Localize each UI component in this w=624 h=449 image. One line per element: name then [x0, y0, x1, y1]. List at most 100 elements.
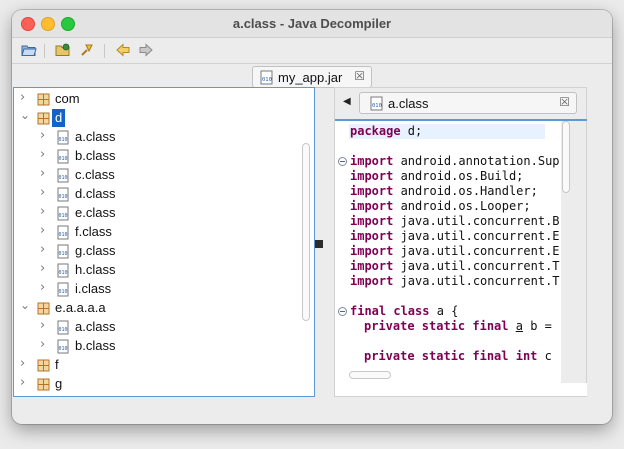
tree-package-node[interactable]: › g: [14, 375, 294, 394]
tree-node-label: g: [55, 376, 63, 391]
chevron-right-icon[interactable]: ›: [20, 356, 30, 371]
code-text: d;: [400, 124, 423, 138]
chevron-right-icon[interactable]: ›: [20, 90, 30, 105]
code-link[interactable]: a: [516, 319, 523, 333]
tree-scrollbar[interactable]: [302, 143, 310, 321]
tree-node-label: d.class: [75, 186, 116, 201]
code-line: import android.os.Build;: [350, 169, 523, 184]
tree-class-node[interactable]: › 010 e.class: [14, 204, 294, 223]
tree-class-node[interactable]: › 010 f.class: [14, 223, 294, 242]
fold-toggle-icon[interactable]: [338, 157, 347, 166]
class-file-icon: 010: [57, 263, 69, 278]
code-line: import java.util.concurrent.T: [350, 259, 560, 274]
package-icon: [37, 359, 50, 372]
chevron-right-icon[interactable]: ›: [40, 128, 50, 143]
code-text: a {: [429, 304, 459, 318]
tree-class-node[interactable]: › 010 b.class: [14, 337, 294, 356]
svg-text:010: 010: [59, 232, 68, 238]
chevron-right-icon[interactable]: ›: [40, 242, 50, 257]
tree-class-node[interactable]: › 010 h.class: [14, 261, 294, 280]
forward-button[interactable]: [138, 42, 154, 58]
code-line: import java.util.concurrent.T: [350, 274, 560, 289]
tree-package-node[interactable]: › f: [14, 356, 294, 375]
tree-class-node[interactable]: › 010 i.class: [14, 280, 294, 299]
chevron-down-icon[interactable]: ⌄: [20, 108, 30, 122]
tree-node-label: a.class: [75, 319, 116, 334]
code-line: final class a {: [350, 304, 458, 319]
keyword: private static final: [364, 319, 509, 333]
tree-class-node[interactable]: › 010 g.class: [14, 242, 294, 261]
chevron-right-icon[interactable]: ›: [40, 280, 50, 295]
open-file-icon: [21, 45, 37, 56]
open-file-button[interactable]: [21, 42, 37, 58]
code-line: import android.annotation.Sup: [350, 154, 560, 169]
svg-text:010: 010: [59, 194, 68, 200]
code-vertical-scrollbar[interactable]: [562, 121, 570, 193]
tab-list-arrow-icon[interactable]: ◀: [343, 96, 351, 107]
search-icon: [81, 44, 93, 56]
tree-node-label: g.class: [75, 243, 116, 258]
tree-node-label: i.class: [75, 281, 112, 296]
tree-class-node[interactable]: › 010 b.class: [14, 147, 294, 166]
chevron-right-icon[interactable]: ›: [40, 204, 50, 219]
code-line: package d;: [350, 124, 422, 139]
package-icon: [37, 302, 50, 315]
class-file-icon: 010: [57, 282, 69, 297]
tab-my-app-jar[interactable]: 010 my_app.jar ☒: [252, 66, 372, 88]
chevron-right-icon[interactable]: ›: [40, 318, 50, 333]
tree-package-node[interactable]: › com: [14, 90, 294, 109]
open-type-button[interactable]: [55, 42, 71, 58]
code-text: java.util.concurrent.T: [393, 259, 560, 273]
code-hscroll-track: [335, 383, 587, 396]
package-tree[interactable]: › com ⌄ d › 010 a.class › 010 b.class › 010 c.class ›…: [13, 87, 315, 397]
tree-package-node[interactable]: ⌄ d: [14, 108, 294, 128]
keyword: import: [350, 154, 394, 168]
back-button[interactable]: [115, 42, 131, 58]
chevron-right-icon[interactable]: ›: [40, 337, 50, 352]
tree-node-label: e.class: [75, 205, 116, 220]
forward-arrow-icon: [139, 43, 153, 57]
close-tab-icon[interactable]: ☒: [354, 69, 365, 83]
tree-node-label: f: [55, 357, 59, 372]
search-button[interactable]: [79, 42, 95, 58]
svg-text:010: 010: [59, 137, 68, 143]
tree-class-node[interactable]: › 010 d.class: [14, 185, 294, 204]
tree-node-label: b.class: [75, 338, 116, 353]
package-icon: [37, 378, 50, 391]
svg-text:010: 010: [59, 213, 68, 219]
chevron-right-icon[interactable]: ›: [40, 223, 50, 238]
open-type-icon: [55, 43, 70, 56]
chevron-down-icon[interactable]: ⌄: [20, 298, 30, 312]
fold-toggle-icon[interactable]: [338, 307, 347, 316]
tree-class-node[interactable]: › 010 c.class: [14, 166, 294, 185]
title-bar: a.class - Java Decompiler: [12, 10, 612, 38]
code-horizontal-scrollbar[interactable]: [349, 371, 391, 379]
chevron-right-icon[interactable]: ›: [40, 185, 50, 200]
back-arrow-icon: [116, 43, 130, 57]
svg-text:010: 010: [59, 327, 68, 333]
code-line: import android.os.Handler;: [350, 184, 538, 199]
tree-class-node[interactable]: › 010 a.class: [14, 318, 294, 337]
svg-text:010: 010: [59, 175, 68, 181]
code-view[interactable]: package d; import android.annotation.Sup…: [335, 121, 561, 383]
code-text: java.util.concurrent.E: [393, 229, 560, 243]
chevron-right-icon[interactable]: ›: [40, 261, 50, 276]
tree-node-label: d: [52, 109, 66, 127]
chevron-right-icon[interactable]: ›: [40, 147, 50, 162]
class-file-icon: 010: [57, 339, 69, 354]
window-title: a.class - Java Decompiler: [232, 16, 392, 31]
tree-node-label: a.class: [75, 129, 116, 144]
tree-node-label: h.class: [75, 262, 116, 277]
code-text: c: [537, 349, 552, 363]
chevron-right-icon[interactable]: ›: [40, 166, 50, 181]
chevron-right-icon[interactable]: ›: [20, 375, 30, 390]
keyword: import: [350, 214, 394, 228]
close-editor-tab-icon[interactable]: ☒: [559, 95, 570, 109]
tab-a-class[interactable]: 010 a.class ☒: [359, 92, 577, 114]
tree-package-node[interactable]: ⌄ e.a.a.a.a: [14, 298, 294, 318]
tree-class-node[interactable]: › 010 a.class: [14, 128, 294, 147]
splitter-handle[interactable]: [315, 240, 323, 248]
class-file-icon: 010: [57, 206, 69, 221]
toolbar-separator: [104, 44, 105, 58]
svg-text:010: 010: [59, 270, 68, 276]
